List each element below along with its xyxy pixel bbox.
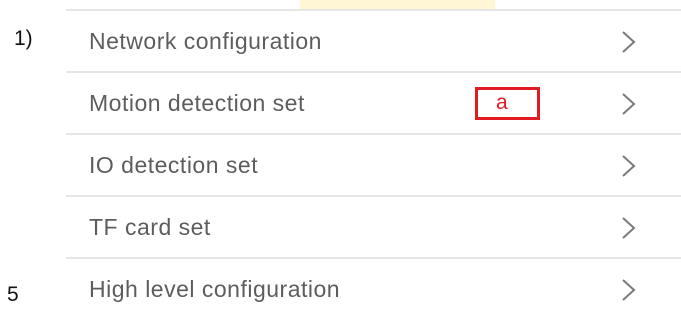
menu-item-label: Network configuration — [89, 28, 322, 54]
chevron-right-icon — [615, 277, 641, 303]
menu-item-label: TF card set — [89, 214, 211, 240]
menu-item-label: Motion detection set — [89, 90, 305, 116]
menu-item-motion-detection-set[interactable]: Motion detection set a — [66, 73, 681, 135]
menu-item-tf-card-set[interactable]: TF card set — [66, 197, 681, 259]
chevron-right-icon — [615, 91, 641, 117]
chevron-right-icon — [615, 153, 641, 179]
menu-item-label: IO detection set — [89, 152, 259, 178]
step-label-start: 1) — [14, 27, 33, 50]
chevron-right-icon — [615, 215, 641, 241]
chevron-right-icon — [615, 29, 641, 55]
menu-item-network-configuration[interactable]: Network configuration — [66, 11, 681, 73]
top-highlight — [300, 0, 495, 9]
settings-page: 1) 5 Network configuration Motion detect… — [0, 0, 681, 316]
annotation-callout-box: a — [475, 87, 540, 120]
menu-item-io-detection-set[interactable]: IO detection set — [66, 135, 681, 197]
menu-item-high-level-configuration[interactable]: High level configuration — [66, 259, 681, 316]
menu-item-label: High level configuration — [89, 276, 341, 302]
annotation-callout-letter: a — [496, 91, 508, 114]
step-label-end: 5 — [7, 283, 19, 306]
settings-menu-list: Network configuration Motion detection s… — [66, 11, 681, 316]
